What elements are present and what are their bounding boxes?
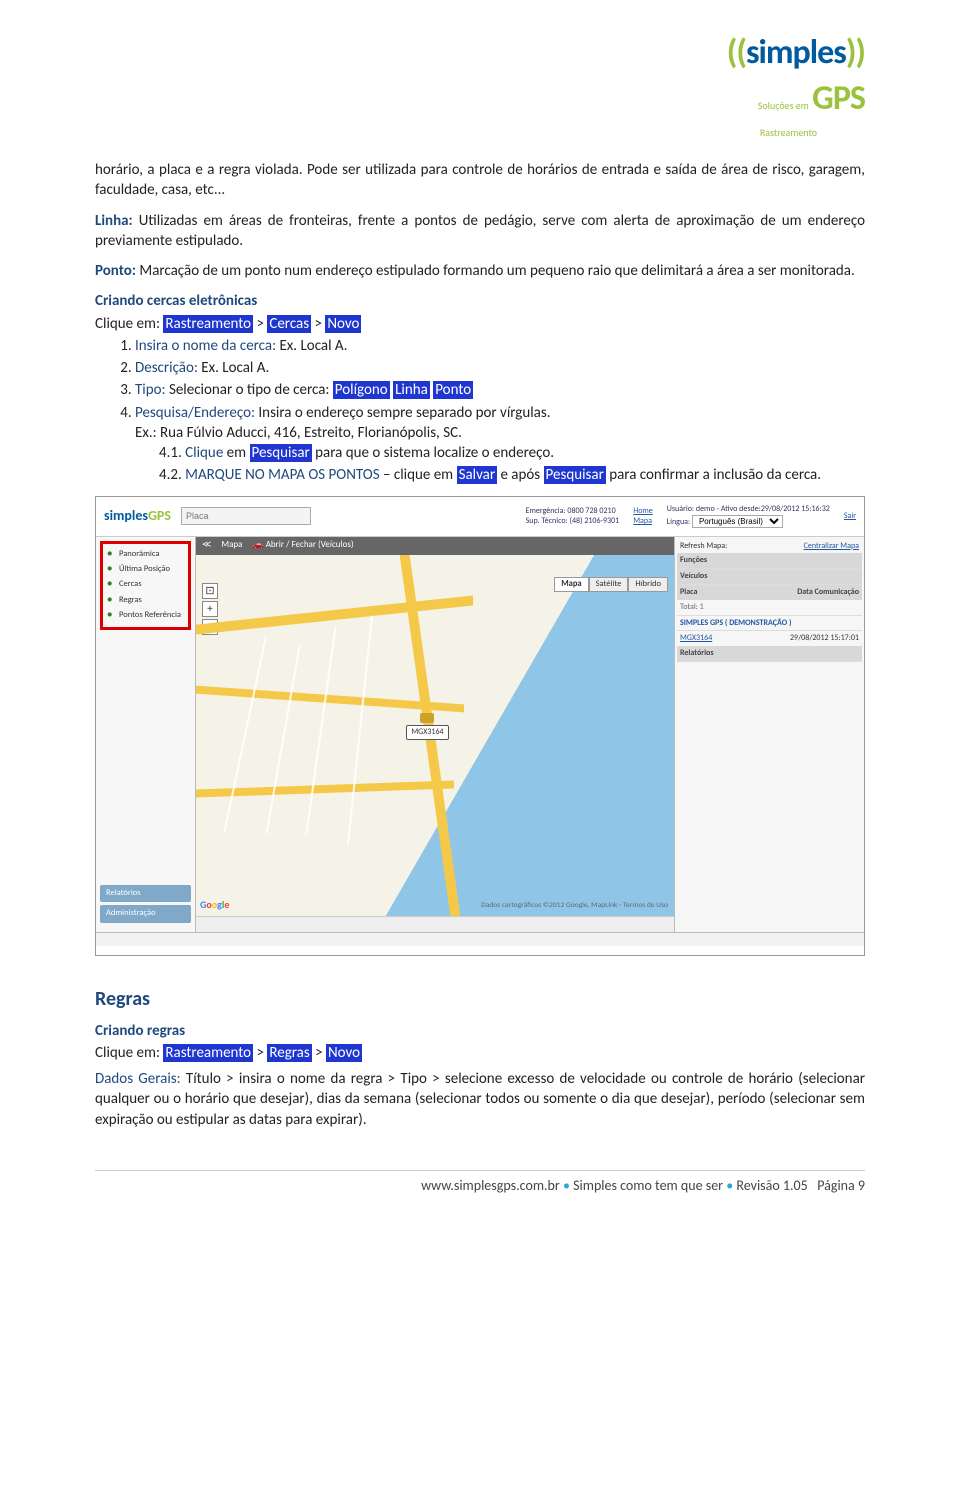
dados-gerais-para: Dados Gerais: Título > insira o nome da … xyxy=(95,1069,865,1130)
suporte-text: Sup. Técnico: (48) 2106-9301 xyxy=(526,516,620,526)
mapbar-abrir[interactable]: Abrir / Fechar (Veículos) xyxy=(266,539,354,550)
search-placa-input[interactable] xyxy=(181,507,311,525)
usuario-text: Usuário: demo - Ativo desde:29/08/2012 1… xyxy=(667,504,830,514)
step-1: Insira o nome da cerca: Ex. Local A. xyxy=(135,336,865,356)
btn-pesquisar: Pesquisar xyxy=(250,444,312,462)
btn-salvar: Salvar xyxy=(457,466,498,484)
clique-cercas: Clique em: Rastreamento > Cercas > Novo xyxy=(95,314,865,334)
page-footer: www.simplesgps.com.br • Simples como tem… xyxy=(95,1170,865,1196)
nav-novo: Novo xyxy=(325,315,361,333)
section-regras: Criando regras xyxy=(95,1021,865,1041)
ponto-label: Ponto: xyxy=(95,262,136,280)
link-centralizar[interactable]: Centralizar Mapa xyxy=(804,541,859,552)
sidebar-item-panoramica[interactable]: Panorâmica xyxy=(105,547,186,562)
nav-rastreamento: Rastreamento xyxy=(163,315,253,333)
map-toolbar: ≪ Mapa 🚗 Abrir / Fechar (Veículos) xyxy=(196,537,674,555)
vehicle-row[interactable]: MGX316429/08/2012 15:17:01 xyxy=(677,631,862,646)
map-attribution: Dados cartográficos ©2012 Google, MapLin… xyxy=(481,901,668,911)
map-type-switch[interactable]: Mapa Satélite Híbrido xyxy=(554,577,668,592)
step-2: Descrição: Ex. Local A. xyxy=(135,358,865,378)
step-4-1: 4.1. Clique em Pesquisar para que o sist… xyxy=(159,443,865,463)
sidebar-relatorios[interactable]: Relatórios xyxy=(100,885,191,902)
logo-gps: GPS xyxy=(812,78,865,119)
panel-funcoes[interactable]: Funções xyxy=(677,553,862,569)
nav-regras: Regras xyxy=(267,1044,311,1062)
logo-sub2: Rastreamento xyxy=(760,126,817,139)
link-mapa[interactable]: Mapa xyxy=(633,516,653,526)
btn-pesquisar-2: Pesquisar xyxy=(544,466,606,484)
clique-regras: Clique em: Rastreamento > Regras > Novo xyxy=(95,1043,865,1063)
demo-row: SIMPLES GPS ( DEMONSTRAÇÃO ) xyxy=(677,616,862,632)
tipo-linha: Linha xyxy=(393,381,430,399)
link-sair[interactable]: Sair xyxy=(844,511,856,521)
right-panel: Refresh Mapa: Centralizar Mapa Funções V… xyxy=(674,537,864,932)
step-4-2: 4.2. MARQUE NO MAPA OS PONTOS – clique e… xyxy=(159,465,865,485)
total-row: Total: 1 xyxy=(677,600,862,616)
app-logo: simplesGPS xyxy=(104,507,171,526)
steps-list: Insira o nome da cerca: Ex. Local A. Des… xyxy=(135,336,865,486)
map-canvas[interactable]: ⊡ + − Mapa Satélite Híbrido MGX3164 xyxy=(196,555,674,916)
step-3: Tipo: Selecionar o tipo de cerca: Polígo… xyxy=(135,380,865,400)
logo-sub1: Soluções em xyxy=(758,99,809,112)
panel-relatorios[interactable]: Relatórios xyxy=(677,646,862,662)
nav-rastreamento-2: Rastreamento xyxy=(163,1044,253,1062)
mapbar-mapa[interactable]: Mapa xyxy=(221,539,242,551)
zoom-reset-icon: ⊡ xyxy=(202,583,218,599)
app-screenshot: simplesGPS Emergência: 0800 728 0210 Sup… xyxy=(95,496,865,956)
google-logo: Google xyxy=(200,898,229,912)
intro-para: horário, a placa e a regra violada. Pode… xyxy=(95,160,865,201)
sidebar-item-ultima[interactable]: Última Posição xyxy=(105,562,186,577)
sidebar-highlight: Panorâmica Última Posição Cercas Regras … xyxy=(100,541,191,630)
linha-label: Linha: xyxy=(95,212,133,230)
linha-para: Linha: Utilizadas em áreas de fronteiras… xyxy=(95,211,865,252)
tipo-poligono: Polígono xyxy=(333,381,390,399)
vehicle-marker[interactable]: MGX3164 xyxy=(406,713,448,740)
header-logo: ((simples)) Soluções em GPS Rastreamento xyxy=(95,30,865,142)
sidebar-item-regras[interactable]: Regras xyxy=(105,593,186,608)
emergencia-text: Emergência: 0800 728 0210 xyxy=(526,506,620,516)
sidebar-item-cercas[interactable]: Cercas xyxy=(105,577,186,592)
panel-veiculos[interactable]: Veículos xyxy=(677,569,862,585)
car-icon xyxy=(420,713,434,723)
section-cercas: Criando cercas eletrônicas xyxy=(95,291,865,311)
heading-regras: Regras xyxy=(95,986,865,1013)
sidebar-admin[interactable]: Administração xyxy=(100,905,191,922)
nav-novo-2: Novo xyxy=(326,1044,362,1062)
sidebar: Panorâmica Última Posição Cercas Regras … xyxy=(96,537,196,932)
zoom-in-icon: + xyxy=(202,601,218,617)
nav-cercas: Cercas xyxy=(267,315,311,333)
tipo-ponto: Ponto xyxy=(433,381,473,399)
lang-select[interactable]: Português (Brasil) xyxy=(692,515,783,528)
link-home[interactable]: Home xyxy=(633,506,653,516)
logo-brand: simples xyxy=(746,32,846,73)
ponto-para: Ponto: Marcação de um ponto num endereço… xyxy=(95,261,865,281)
sidebar-item-pontos[interactable]: Pontos Referência xyxy=(105,608,186,623)
app-topbar: simplesGPS Emergência: 0800 728 0210 Sup… xyxy=(96,497,864,537)
step-4: Pesquisa/Endereço: Insira o endereço sem… xyxy=(135,403,865,486)
